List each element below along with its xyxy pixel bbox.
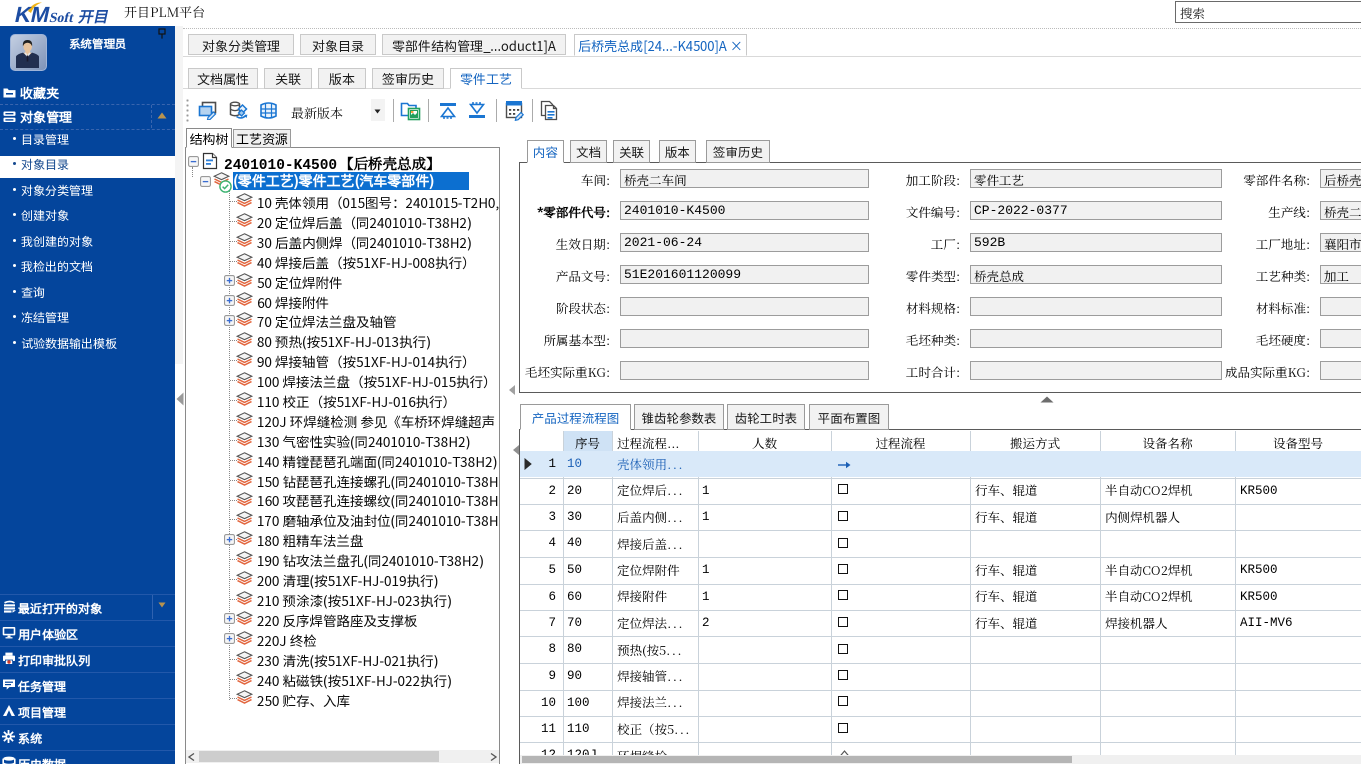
svg-text:开目: 开目 (77, 5, 112, 25)
svg-text:KM: KM (13, 2, 52, 25)
svg-text:Soft: Soft (48, 10, 76, 25)
